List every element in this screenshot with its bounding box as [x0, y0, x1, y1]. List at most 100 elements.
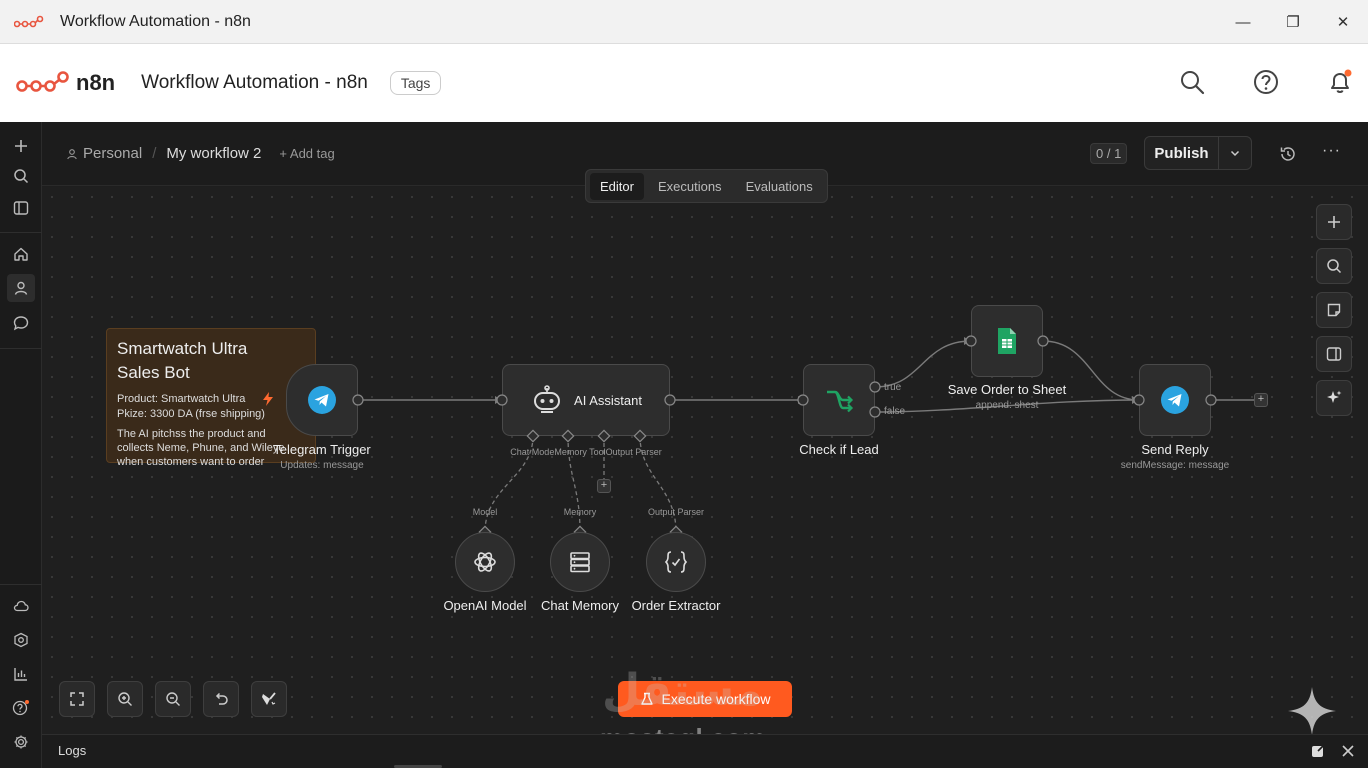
- search-icon: [1327, 259, 1342, 274]
- broom-icon: [262, 692, 276, 705]
- output-port: [1205, 394, 1217, 406]
- workflow-name[interactable]: My workflow 2: [166, 145, 261, 162]
- order-extractor-node[interactable]: [646, 532, 706, 592]
- home-icon[interactable]: [7, 240, 35, 268]
- plus-icon: [1328, 216, 1340, 228]
- sub-port: [561, 429, 575, 443]
- settings-icon[interactable]: [7, 728, 35, 756]
- sub-port: [633, 429, 647, 443]
- watermark-arabic: مستقل: [602, 666, 763, 715]
- true-port: [869, 381, 881, 393]
- breadcrumb-owner[interactable]: Personal: [83, 145, 142, 162]
- search-nodes-button[interactable]: [1316, 248, 1352, 284]
- help-icon[interactable]: [1252, 68, 1280, 96]
- n8n-logo-icon: [16, 71, 69, 92]
- add-tool-button[interactable]: +: [597, 479, 611, 493]
- breadcrumb: Personal / My workflow 2 + Add tag: [66, 145, 335, 162]
- brand[interactable]: n8n: [16, 70, 115, 96]
- close-button[interactable]: ✕: [1318, 0, 1368, 44]
- sub-port: [597, 429, 611, 443]
- panel-icon[interactable]: [7, 194, 35, 222]
- chat-icon[interactable]: [7, 309, 35, 337]
- zoom-out-button[interactable]: [155, 681, 191, 717]
- more-options-button[interactable]: ···: [1322, 142, 1341, 160]
- history-icon[interactable]: [1278, 144, 1298, 164]
- publish-button[interactable]: Publish: [1145, 137, 1219, 169]
- zoom-in-button[interactable]: [107, 681, 143, 717]
- user-icon[interactable]: [7, 274, 35, 302]
- tab-executions[interactable]: Executions: [648, 173, 732, 200]
- version-counter: 0 / 1: [1090, 143, 1128, 164]
- zoom-to-fit-button[interactable]: [59, 681, 95, 717]
- tidy-up-button[interactable]: [251, 681, 287, 717]
- sparkle-icon: [1327, 390, 1342, 403]
- input-port: [797, 394, 809, 406]
- open-logs-icon[interactable]: [1310, 743, 1326, 759]
- node-ports: [352, 335, 1217, 539]
- sticky-note-button[interactable]: [1316, 292, 1352, 328]
- sub-port-label: Output Parser: [647, 507, 705, 517]
- workflow-canvas[interactable]: Smartwatch Ultra Sales Bot Product: Smar…: [42, 187, 1368, 734]
- breadcrumb-separator: /: [152, 145, 157, 162]
- sub-port-label: Model: [472, 507, 498, 517]
- close-logs-icon[interactable]: [1340, 743, 1356, 759]
- output-port: [352, 394, 364, 406]
- insights-icon[interactable]: [7, 660, 35, 688]
- window-titlebar: Workflow Automation - n8n — ❐ ✕: [0, 0, 1368, 44]
- json-braces-icon: [664, 551, 688, 573]
- fit-view-icon: [70, 692, 84, 706]
- note-icon: [1327, 303, 1341, 317]
- node-label: Chat Memory: [540, 598, 620, 613]
- logs-label: Logs: [58, 743, 87, 758]
- zoom-in-icon: [118, 692, 132, 706]
- tab-editor[interactable]: Editor: [590, 172, 644, 200]
- tab-evaluations[interactable]: Evaluations: [736, 173, 823, 200]
- plus-icon[interactable]: [7, 132, 35, 160]
- search-icon[interactable]: [1178, 68, 1206, 96]
- minimize-button[interactable]: —: [1218, 0, 1268, 44]
- chevron-down-icon: [1230, 150, 1240, 157]
- add-node-button[interactable]: +: [1254, 393, 1268, 407]
- cloud-icon[interactable]: [7, 592, 35, 620]
- add-node-panel-button[interactable]: [1316, 204, 1352, 240]
- chat-memory-node[interactable]: [550, 532, 610, 592]
- brand-name: n8n: [76, 70, 116, 95]
- zoom-out-icon: [166, 692, 180, 706]
- sub-port: [526, 429, 540, 443]
- workflow-title: Workflow Automation - n8n: [141, 72, 368, 93]
- false-port: [869, 406, 881, 418]
- openai-icon: [474, 552, 496, 572]
- sparkle-icon: [1288, 687, 1336, 734]
- database-icon: [570, 552, 590, 573]
- ai-assistant-button[interactable]: [1316, 380, 1352, 416]
- toggle-panel-button[interactable]: [1316, 336, 1352, 372]
- output-port: [664, 394, 676, 406]
- publish-control: Publish: [1144, 136, 1252, 170]
- user-icon: [67, 148, 77, 159]
- undo-button[interactable]: [203, 681, 239, 717]
- output-port: [1037, 335, 1049, 347]
- panel-icon: [1326, 347, 1342, 361]
- view-tabs: Editor Executions Evaluations: [585, 169, 828, 203]
- bell-icon[interactable]: [1326, 68, 1354, 96]
- maximize-button[interactable]: ❐: [1268, 0, 1318, 44]
- help-icon[interactable]: [7, 694, 35, 722]
- app-header: n8n Workflow Automation - n8n Tags: [0, 44, 1368, 122]
- templates-icon[interactable]: [7, 626, 35, 654]
- openai-model-node[interactable]: [455, 532, 515, 592]
- node-label: OpenAI Model: [443, 598, 527, 613]
- tags-button[interactable]: Tags: [389, 71, 442, 95]
- n8n-logo-icon: [14, 15, 44, 27]
- input-port: [496, 394, 508, 406]
- input-port: [1133, 394, 1145, 406]
- logs-panel-bar[interactable]: Logs: [42, 734, 1368, 768]
- sub-port-label: Memory: [563, 507, 597, 517]
- left-sidebar: [0, 122, 42, 768]
- node-label: Order Extractor: [631, 598, 721, 613]
- publish-dropdown[interactable]: [1219, 137, 1251, 169]
- window-title: Workflow Automation - n8n: [60, 12, 251, 30]
- input-port: [965, 335, 977, 347]
- add-tag-button[interactable]: + Add tag: [279, 146, 334, 161]
- search-icon[interactable]: [7, 162, 35, 190]
- undo-icon: [215, 692, 228, 705]
